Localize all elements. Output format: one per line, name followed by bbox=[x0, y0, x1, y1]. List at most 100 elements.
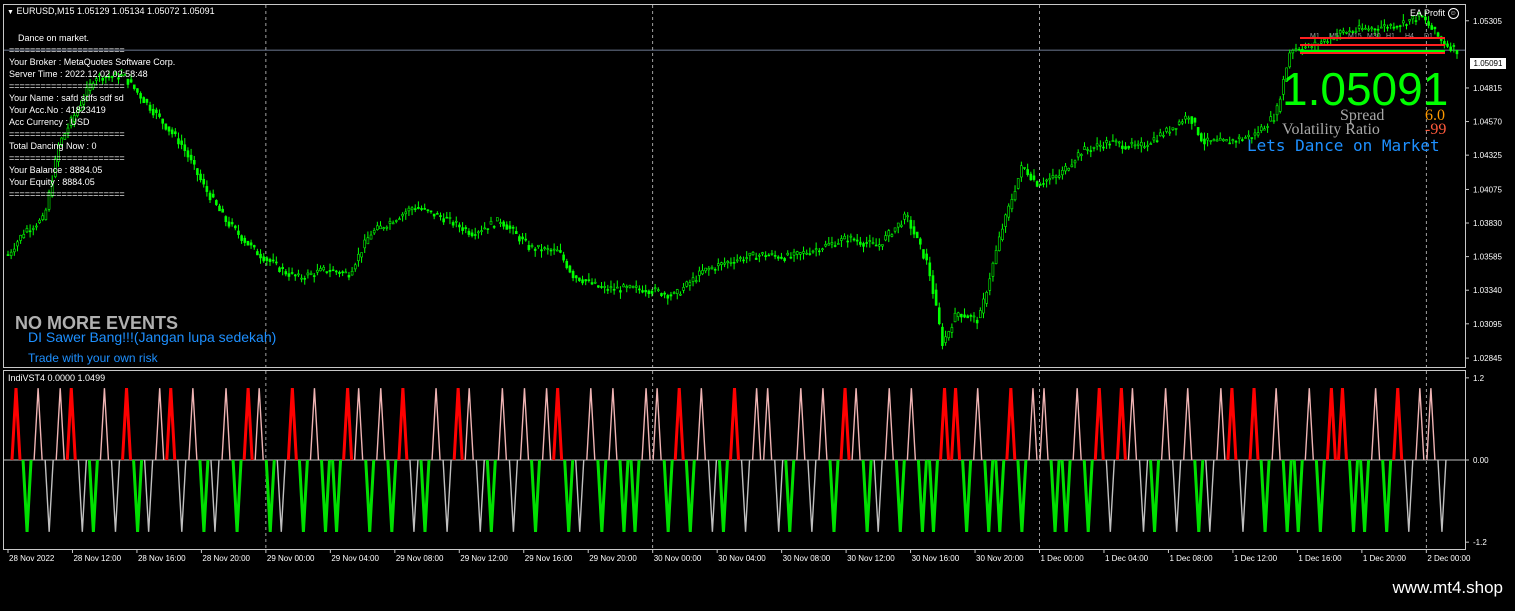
candle-body bbox=[729, 262, 733, 264]
indicator-tick-label: -1.2 bbox=[1473, 538, 1487, 547]
candle-body bbox=[1177, 121, 1181, 125]
candle-body bbox=[802, 251, 805, 254]
price-tick-label: 1.03095 bbox=[1473, 320, 1502, 329]
candle-body bbox=[546, 248, 550, 250]
candle-body bbox=[821, 248, 824, 251]
candle-body bbox=[319, 268, 322, 272]
candle-body bbox=[1263, 128, 1266, 131]
candle-body bbox=[1256, 132, 1260, 136]
candle-body bbox=[284, 271, 288, 275]
time-tick-label: 28 Nov 20:00 bbox=[202, 554, 250, 563]
candle-body bbox=[559, 250, 562, 253]
candle-body bbox=[704, 267, 707, 272]
candle-body bbox=[1395, 26, 1399, 28]
candle-body bbox=[439, 215, 442, 218]
candle-body bbox=[237, 230, 240, 235]
candle-body bbox=[1234, 140, 1238, 143]
candle-body bbox=[199, 173, 202, 181]
risk-text: Trade with your own risk bbox=[28, 351, 158, 365]
candle-body bbox=[1029, 173, 1033, 181]
candle-body bbox=[606, 289, 610, 291]
candle-body bbox=[1275, 105, 1279, 116]
candle-body bbox=[1297, 48, 1301, 51]
candle-body bbox=[919, 238, 922, 245]
candle-body bbox=[780, 256, 783, 259]
chevron-down-icon[interactable]: ▼ bbox=[7, 9, 14, 16]
candle-body bbox=[574, 275, 578, 279]
candle-body bbox=[890, 234, 894, 237]
candle-body bbox=[483, 227, 486, 230]
time-tick-label: 28 Nov 16:00 bbox=[138, 554, 186, 563]
candle-body bbox=[518, 236, 521, 242]
candle-body bbox=[742, 259, 745, 262]
price-tick-label: 1.05305 bbox=[1473, 17, 1502, 26]
candle-body bbox=[549, 249, 553, 252]
candle-body bbox=[881, 244, 884, 247]
candle-body bbox=[1095, 143, 1099, 147]
candle-body bbox=[287, 273, 291, 277]
time-tick-label: 29 Nov 12:00 bbox=[460, 554, 508, 563]
candle-body bbox=[218, 205, 221, 212]
info-line: Dance on market. bbox=[18, 33, 90, 43]
time-tick-label: 30 Nov 08:00 bbox=[783, 554, 831, 563]
candle-body bbox=[537, 244, 540, 247]
candle-body bbox=[1408, 19, 1411, 22]
candle-body bbox=[552, 248, 556, 251]
candle-body bbox=[353, 264, 357, 270]
candle-body bbox=[376, 225, 379, 230]
candle-body bbox=[735, 259, 739, 262]
candle-body bbox=[937, 307, 941, 325]
candle-body bbox=[694, 280, 698, 282]
candle-body bbox=[379, 225, 382, 230]
candle-body bbox=[811, 250, 815, 253]
ea-profit[interactable]: EA Profit ☺ bbox=[1410, 8, 1459, 20]
candle-body bbox=[533, 248, 537, 251]
candle-body bbox=[975, 319, 979, 324]
candle-body bbox=[1237, 136, 1241, 140]
time-tick-label: 28 Nov 12:00 bbox=[73, 554, 121, 563]
footer-site[interactable]: www.mt4.shop bbox=[1392, 578, 1503, 598]
time-tick-label: 30 Nov 00:00 bbox=[654, 554, 702, 563]
candle-body bbox=[508, 225, 512, 229]
symbol-header[interactable]: ▼ EURUSD,M15 1.05129 1.05134 1.05072 1.0… bbox=[7, 6, 215, 16]
candle-body bbox=[859, 241, 862, 245]
candle-body bbox=[1080, 154, 1083, 156]
candle-body bbox=[309, 272, 313, 275]
candle-body bbox=[928, 262, 932, 277]
candle-body bbox=[303, 278, 307, 280]
candle-body bbox=[347, 274, 351, 278]
candle-body bbox=[1304, 46, 1307, 49]
candle-body bbox=[262, 256, 266, 262]
candle-body bbox=[808, 253, 812, 255]
candle-body bbox=[745, 257, 749, 259]
price-tick-label: 1.04325 bbox=[1473, 151, 1502, 160]
time-tick-label: 30 Nov 20:00 bbox=[976, 554, 1024, 563]
candle-body bbox=[1373, 28, 1377, 31]
candle-body bbox=[394, 220, 398, 222]
candle-body bbox=[382, 227, 385, 229]
candle-body bbox=[9, 251, 13, 256]
candle-body bbox=[473, 234, 477, 236]
candle-body bbox=[1117, 141, 1121, 144]
candle-body bbox=[906, 215, 910, 218]
candle-body bbox=[420, 208, 423, 210]
candle-body bbox=[432, 213, 436, 217]
candle-body bbox=[1199, 133, 1203, 142]
candle-body bbox=[1023, 167, 1026, 169]
candle-body bbox=[641, 290, 644, 293]
candle-body bbox=[647, 290, 651, 295]
candle-body bbox=[256, 251, 259, 256]
candle-body bbox=[246, 240, 250, 246]
candle-body bbox=[1269, 116, 1273, 122]
candle-body bbox=[306, 272, 310, 276]
candle-body bbox=[893, 227, 897, 232]
candle-body bbox=[1427, 21, 1430, 26]
candle-body bbox=[1158, 132, 1162, 137]
candle-body bbox=[666, 295, 670, 299]
candle-body bbox=[1278, 98, 1282, 112]
candle-body bbox=[511, 226, 515, 229]
time-tick-label: 29 Nov 20:00 bbox=[589, 554, 637, 563]
candle-body bbox=[1042, 183, 1045, 185]
candle-body bbox=[363, 239, 367, 249]
candle-body bbox=[909, 219, 913, 229]
